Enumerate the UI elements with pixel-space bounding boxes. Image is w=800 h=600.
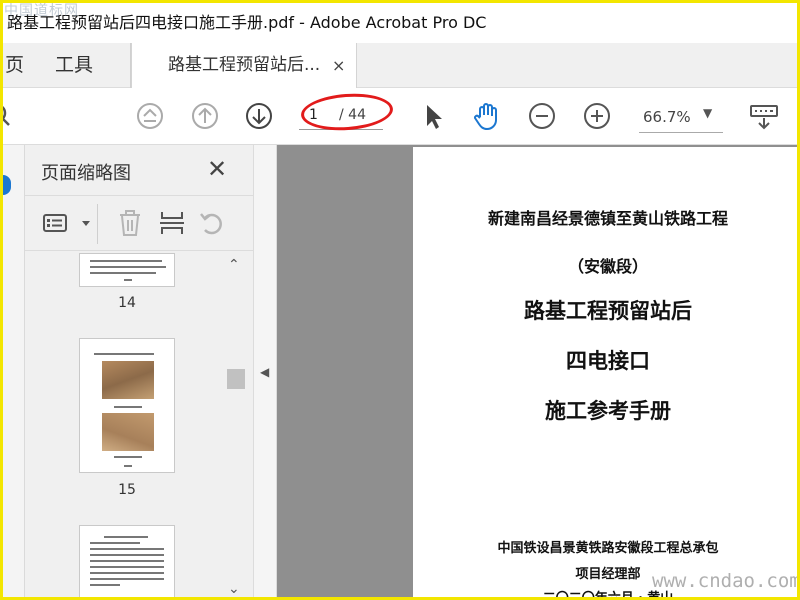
tab-home[interactable]: 页 (5, 43, 24, 88)
thumbnails-title: 页面缩略图 (41, 163, 131, 184)
prev-first-icon[interactable] (134, 100, 166, 132)
page-thumbnails-panel: 页面缩略图 ✕ 14 15 ⌃ ⌄ (25, 145, 253, 600)
close-tab-icon[interactable]: × (332, 43, 345, 88)
panel-splitter[interactable]: ◀ (253, 145, 277, 597)
select-arrow-icon[interactable] (417, 100, 449, 132)
thumbnail-photo (102, 361, 154, 399)
thumbnail-page-15[interactable] (79, 338, 175, 473)
insert-page-icon[interactable] (157, 208, 187, 238)
chevron-down-icon[interactable] (71, 208, 90, 238)
thumbnails-toolbar-divider (97, 204, 98, 244)
keyboard-icon[interactable] (748, 100, 780, 132)
document-viewport[interactable]: 新建南昌经景德镇至黄山铁路工程 （安徽段） 路基工程预留站后 四电接口 施工参考… (277, 145, 800, 600)
doc-organization: 中国铁设昌景黄铁路安徽段工程总承包 (497, 541, 719, 556)
thumbnail-page-14[interactable] (79, 253, 175, 287)
tab-tools[interactable]: 工具 (55, 43, 93, 88)
doc-section: （安徽段） (567, 257, 648, 276)
page-up-icon[interactable] (189, 100, 221, 132)
search-icon[interactable] (0, 100, 21, 132)
thumbnails-toolbar (25, 195, 253, 251)
collapse-panel-icon[interactable]: ◀ (260, 365, 269, 379)
thumbnails-scrollbar[interactable]: ⌃ ⌄ (224, 253, 248, 597)
doc-title-line-2: 四电接口 (566, 348, 650, 373)
rail-active-indicator[interactable] (3, 175, 11, 195)
doc-title-line-1: 路基工程预留站后 (524, 298, 692, 323)
thumbnail-page-number: 15 (118, 482, 136, 498)
thumbnail-page-16[interactable] (79, 525, 175, 600)
tab-bar: 页 工具 路基工程预留站后... × (3, 43, 797, 89)
watermark-bottom: www.cndao.com (652, 570, 800, 592)
main-toolbar: 1 / 44 66.7% ▼ (0, 88, 797, 145)
trash-icon[interactable] (115, 208, 145, 238)
pdf-page: 新建南昌经景德镇至黄山铁路工程 （安徽段） 路基工程预留站后 四电接口 施工参考… (413, 147, 800, 600)
zoom-out-icon[interactable] (526, 100, 558, 132)
zoom-in-icon[interactable] (581, 100, 613, 132)
thumbnail-photo (102, 413, 154, 451)
page-down-icon[interactable] (243, 100, 275, 132)
zoom-dropdown-icon[interactable]: ▼ (703, 106, 712, 120)
left-nav-rail (3, 145, 25, 597)
thumbnail-page-number: 14 (118, 295, 136, 311)
tab-document-label: 路基工程预留站后... (168, 55, 321, 75)
watermark-top: 中国道标网 (4, 3, 79, 19)
thumbnail-options-icon[interactable] (41, 208, 71, 238)
rotate-icon[interactable] (197, 208, 227, 238)
close-panel-icon[interactable]: ✕ (207, 155, 227, 183)
hand-tool-icon[interactable] (471, 100, 503, 132)
doc-project-title: 新建南昌经景德镇至黄山铁路工程 (487, 209, 728, 228)
scroll-down-icon[interactable]: ⌄ (228, 581, 240, 597)
scroll-up-icon[interactable]: ⌃ (228, 257, 240, 273)
zoom-level[interactable]: 66.7% (643, 108, 691, 126)
window-title-bar: 路基工程预留站后四电接口施工手册.pdf - Adobe Acrobat Pro… (3, 3, 797, 43)
tab-document[interactable]: 路基工程预留站后... × (131, 43, 357, 89)
scroll-thumb[interactable] (227, 369, 245, 389)
doc-title-line-3: 施工参考手册 (545, 398, 671, 423)
zoom-underline (639, 132, 723, 133)
